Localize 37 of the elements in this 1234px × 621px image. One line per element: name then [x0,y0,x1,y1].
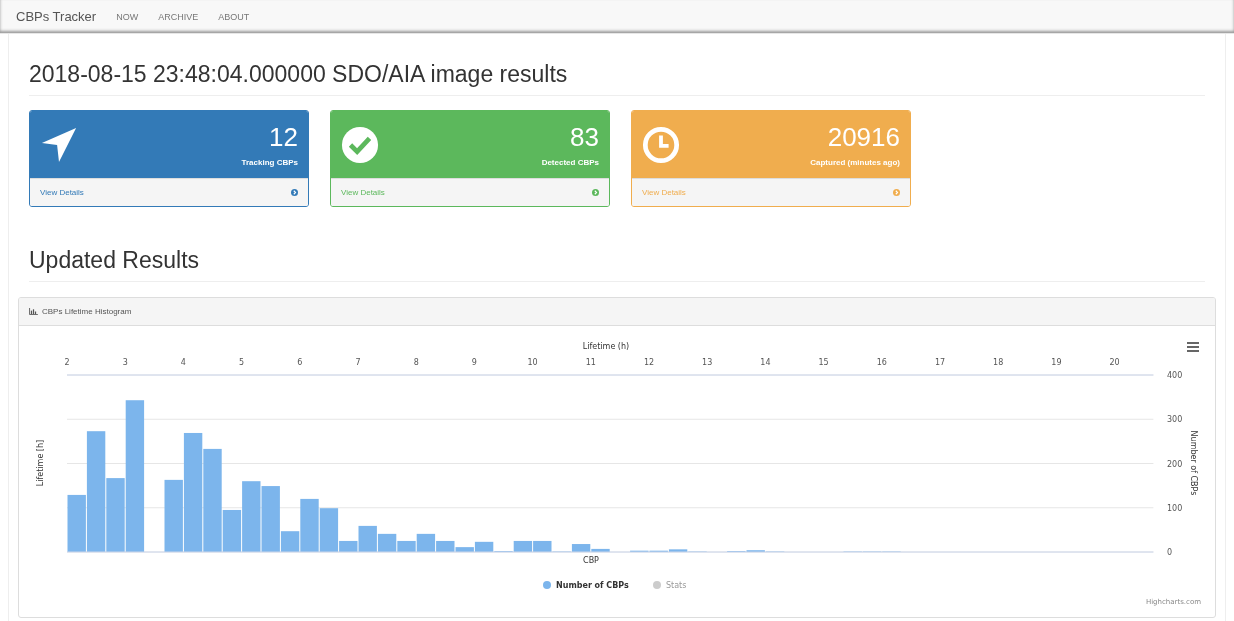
y-tick-label: 400 [1167,371,1183,380]
x-tick-label: 20 [1109,358,1120,367]
stat-label: Captured (minutes ago) [810,158,900,167]
x-tick-label: 5 [239,358,245,367]
x-axis-title: CBP [583,556,599,565]
x-tick-label: 11 [585,358,596,367]
x-tick-label: 18 [993,358,1004,367]
y-tick-label: 200 [1167,459,1183,469]
x-tick-label: 7 [355,358,361,367]
right-axis-title: Number of CBPs [1189,430,1198,496]
top-axis-title: Lifetime (h) [582,342,630,351]
x-tick-label: 19 [1051,358,1062,367]
page-title: 2018-08-15 23:48:04.000000 SDO/AIA image results [29,34,1205,96]
section-title: Updated Results [29,207,1205,282]
x-tick-label: 4 [180,358,186,367]
x-tick-label: 6 [297,358,303,367]
x-tick-label: 13 [702,358,713,367]
chart-panel-title: CBPs Lifetime Histogram [42,307,132,316]
x-tick-label: 16 [876,358,887,367]
x-tick-label: 15 [818,358,829,367]
x-tick-label: 12 [643,358,655,367]
x-tick-label: 8 [413,358,419,367]
y-tick-label: 100 [1167,503,1183,513]
x-tick-label: 9 [471,358,477,367]
y-tick-label: 0 [1167,548,1173,557]
x-tick-label: 17 [934,358,946,367]
x-tick-label: 3 [122,358,128,367]
x-tick-label: 10 [527,358,538,367]
x-tick-label: 14 [760,358,771,367]
stat-value: 12 [268,122,298,152]
stat-label: Detected CBPs [541,158,599,167]
x-tick-label: 2 [64,358,70,367]
y-tick-label: 300 [1167,415,1183,425]
left-axis-title: Lifetime [h] [36,439,45,487]
stat-label: Tracking CBPs [241,158,298,167]
stat-value: 83 [569,122,599,152]
stat-value: 20916 [826,122,900,152]
